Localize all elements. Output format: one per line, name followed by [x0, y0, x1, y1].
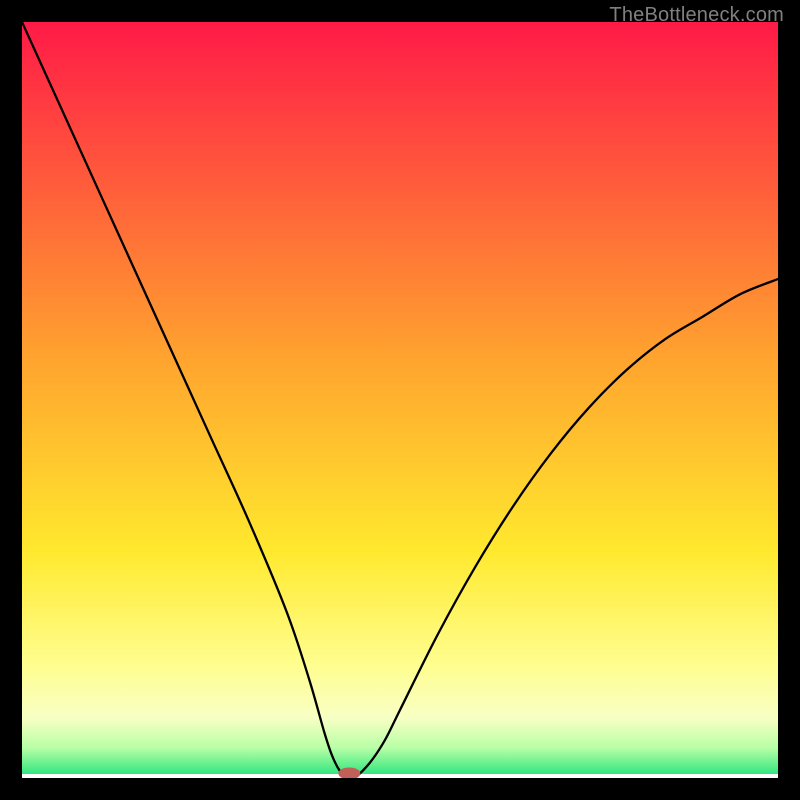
- plot-background: [22, 22, 778, 778]
- watermark-text: TheBottleneck.com: [609, 4, 784, 27]
- plot-area: [22, 22, 778, 778]
- chart-frame: TheBottleneck.com: [0, 0, 800, 800]
- plot-svg: [22, 22, 778, 778]
- bottom-band: [22, 774, 778, 778]
